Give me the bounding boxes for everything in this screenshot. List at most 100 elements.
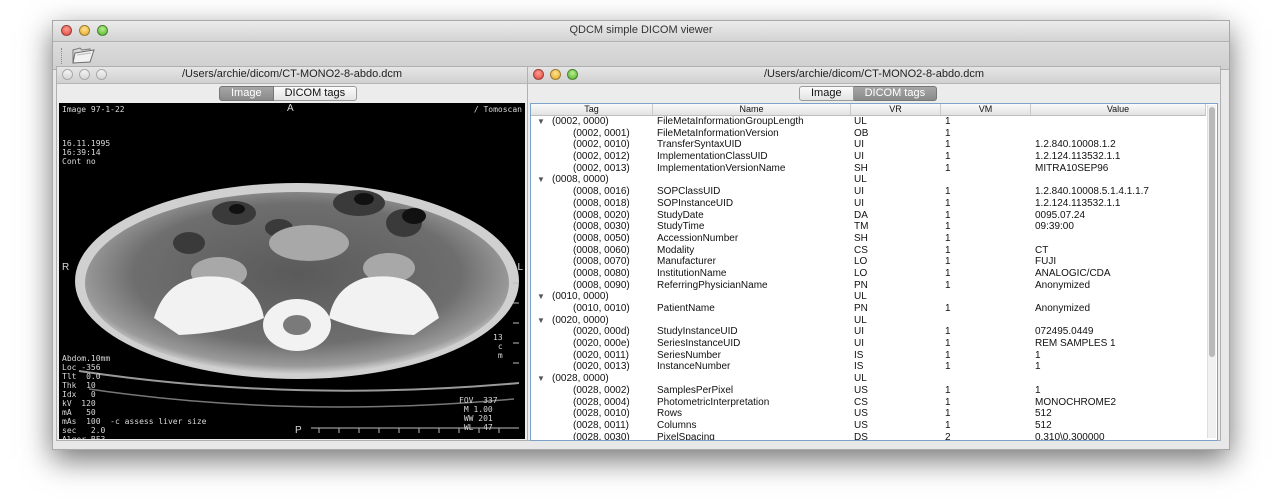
- cell-name: PhotometricInterpretation: [657, 396, 770, 408]
- table-body: ▼ (0002, 0000) FileMetaInformationGroupLen…: [531, 116, 1206, 441]
- cell-value: 512: [1035, 419, 1052, 431]
- cell-vm: 1: [945, 267, 951, 279]
- cell-vr: IS: [854, 349, 864, 361]
- cell-vr: US: [854, 408, 868, 420]
- cell-name: ImplementationClassUID: [657, 151, 768, 163]
- cell-value: FUJI: [1035, 256, 1057, 268]
- cell-tag: (0028, 0000): [552, 373, 609, 385]
- disclosure-triangle-icon[interactable]: ▼: [537, 315, 545, 327]
- image-window: /Users/archie/dicom/CT-MONO2-8-abdo.dcm …: [56, 66, 528, 441]
- cell-tag: (0010, 0000): [552, 291, 609, 303]
- cell-vr: DA: [854, 209, 868, 221]
- table-row[interactable]: (0008, 0018) SOPInstanceUID UI 1 1.2.124.113…: [531, 198, 1206, 210]
- toolbar-grip[interactable]: [61, 48, 65, 64]
- table-row[interactable]: (0028, 0011) Columns US 1 512: [531, 420, 1206, 432]
- cell-tag: (0008, 0080): [573, 267, 630, 279]
- cell-vm: 1: [945, 256, 951, 268]
- cell-tag: (0002, 0010): [573, 139, 630, 151]
- cell-name: Manufacturer: [657, 256, 716, 268]
- column-header-vr[interactable]: VR: [851, 104, 941, 115]
- disclosure-triangle-icon[interactable]: ▼: [537, 174, 545, 186]
- cell-value: 1: [1035, 384, 1041, 396]
- table-row[interactable]: (0020, 000e) SeriesInstanceUID UI 1 REM SAMP…: [531, 338, 1206, 350]
- image-window-tabs: Image DICOM tags: [219, 86, 358, 101]
- table-row[interactable]: ▼ (0028, 0000) UL: [531, 373, 1206, 385]
- table-row[interactable]: (0008, 0060) Modality CS 1 CT: [531, 245, 1206, 257]
- cell-tag: (0020, 0011): [573, 349, 629, 361]
- table-row[interactable]: (0010, 0010) PatientName PN 1 Anonymized: [531, 303, 1206, 315]
- overlay-time: 16:39:14: [62, 148, 101, 157]
- cell-vr: UI: [854, 151, 864, 163]
- cell-vm: 1: [945, 338, 951, 350]
- table-row[interactable]: (0020, 0011) SeriesNumber IS 1 1: [531, 350, 1206, 362]
- table-row[interactable]: (0002, 0012) ImplementationClassUID UI 1 1.2…: [531, 151, 1206, 163]
- table-row[interactable]: (0002, 0001) FileMetaInformationVersion OB…: [531, 128, 1206, 140]
- table-row[interactable]: (0008, 0030) StudyTime TM 1 09:39:00: [531, 221, 1206, 233]
- cell-vm: 1: [945, 139, 951, 151]
- cell-name: PixelSpacing: [657, 431, 715, 441]
- cell-vr: UL: [854, 373, 867, 385]
- cell-vr: US: [854, 384, 868, 396]
- table-row[interactable]: (0028, 0002) SamplesPerPixel US 1 1: [531, 385, 1206, 397]
- cell-vr: CS: [854, 244, 868, 256]
- table-row[interactable]: (0028, 0030) PixelSpacing DS 2 0.310\0.30000…: [531, 431, 1206, 441]
- cell-vr: IS: [854, 361, 864, 373]
- table-row[interactable]: (0008, 0090) ReferringPhysicianName PN 1 Ano…: [531, 280, 1206, 292]
- table-row[interactable]: ▼ (0010, 0000) UL: [531, 291, 1206, 303]
- overlay-anterior-mark: A: [287, 103, 294, 114]
- table-row[interactable]: (0008, 0080) InstitutionName LO 1 ANALOGIC/C…: [531, 268, 1206, 280]
- dicom-tags-table[interactable]: Tag Name VR VM Value ▼ (0002, 0000) FileMe…: [530, 103, 1218, 441]
- cell-vm: 1: [945, 349, 951, 361]
- table-row[interactable]: (0020, 0013) InstanceNumber IS 1 1: [531, 361, 1206, 373]
- tab-dicom-tags[interactable]: DICOM tags: [853, 86, 938, 101]
- disclosure-triangle-icon[interactable]: ▼: [537, 291, 545, 303]
- overlay-scale-label: 13 c m: [493, 333, 503, 360]
- table-row[interactable]: (0008, 0016) SOPClassUID UI 1 1.2.840.10008.…: [531, 186, 1206, 198]
- table-row[interactable]: ▼ (0020, 0000) UL: [531, 315, 1206, 327]
- cell-value: 0.310\0.300000: [1035, 431, 1105, 441]
- table-row[interactable]: (0008, 0070) Manufacturer LO 1 FUJI: [531, 256, 1206, 268]
- cell-value: 09:39:00: [1035, 221, 1074, 233]
- column-header-tag[interactable]: Tag: [531, 104, 653, 115]
- cell-value: 1.2.124.113532.1.1: [1035, 197, 1121, 209]
- cell-vm: 1: [945, 408, 951, 420]
- table-row[interactable]: ▼ (0008, 0000) UL: [531, 174, 1206, 186]
- cell-name: SamplesPerPixel: [657, 384, 734, 396]
- tags-window-titlebar: /Users/archie/dicom/CT-MONO2-8-abdo.dcm: [528, 67, 1220, 84]
- cell-vm: 1: [945, 419, 951, 431]
- column-header-value[interactable]: Value: [1031, 104, 1206, 115]
- cell-tag: (0008, 0090): [573, 279, 630, 291]
- disclosure-triangle-icon[interactable]: ▼: [537, 116, 545, 128]
- cell-value: 1: [1035, 349, 1041, 361]
- cell-value: MITRA10SEP96: [1035, 162, 1109, 174]
- column-header-vm[interactable]: VM: [941, 104, 1031, 115]
- cell-tag: (0020, 0000): [552, 314, 609, 326]
- cell-tag: (0008, 0030): [573, 221, 630, 233]
- table-row[interactable]: (0028, 0010) Rows US 1 512: [531, 408, 1206, 420]
- cell-value: 1: [1035, 361, 1041, 373]
- cell-name: ReferringPhysicianName: [657, 279, 768, 291]
- tab-dicom-tags[interactable]: DICOM tags: [273, 86, 358, 101]
- table-row[interactable]: (0008, 0050) AccessionNumber SH 1: [531, 233, 1206, 245]
- table-row[interactable]: (0002, 0010) TransferSyntaxUID UI 1 1.2.840.…: [531, 139, 1206, 151]
- cell-name: StudyTime: [657, 221, 705, 233]
- table-row[interactable]: (0028, 0004) PhotometricInterpretation CS 1…: [531, 397, 1206, 409]
- overlay-left-mark: L: [517, 262, 523, 273]
- cell-vm: 1: [945, 396, 951, 408]
- vertical-scrollbar[interactable]: [1207, 105, 1216, 438]
- table-row[interactable]: ▼ (0002, 0000) FileMetaInformationGroupLen…: [531, 116, 1206, 128]
- column-header-name[interactable]: Name: [653, 104, 851, 115]
- table-row[interactable]: (0008, 0020) StudyDate DA 1 0095.07.24: [531, 210, 1206, 222]
- cell-vr: UI: [854, 139, 864, 151]
- ct-image-view[interactable]: Image 97-1-22 A / Tomoscan 16.11.1995 16…: [59, 103, 525, 439]
- overlay-acquisition-params: Abdom.10mm Loc -356 Tlt 0.0 Thk 10 Idx 0…: [62, 354, 207, 439]
- tab-image[interactable]: Image: [799, 86, 854, 101]
- scrollbar-thumb[interactable]: [1209, 107, 1215, 357]
- table-row[interactable]: (0020, 000d) StudyInstanceUID UI 1 072495.04…: [531, 326, 1206, 338]
- cell-vr: DS: [854, 431, 868, 441]
- open-file-button[interactable]: [69, 44, 97, 66]
- cell-vm: 1: [945, 186, 951, 198]
- table-row[interactable]: (0002, 0013) ImplementationVersionName SH 1…: [531, 163, 1206, 175]
- tab-image[interactable]: Image: [219, 86, 274, 101]
- disclosure-triangle-icon[interactable]: ▼: [537, 373, 545, 385]
